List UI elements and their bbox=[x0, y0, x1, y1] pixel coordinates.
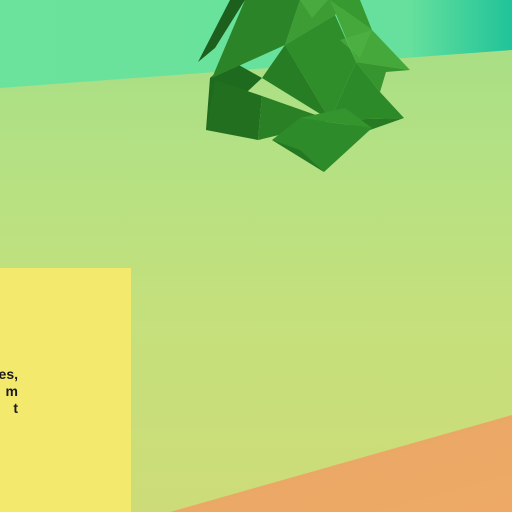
card-text-block: es, m t bbox=[0, 366, 30, 426]
card-text-line-2: m bbox=[5, 383, 18, 399]
card-text-line-3: t bbox=[13, 400, 18, 416]
scene-background: es, m t bbox=[0, 0, 512, 512]
card-text-line-1: es, bbox=[0, 366, 18, 382]
